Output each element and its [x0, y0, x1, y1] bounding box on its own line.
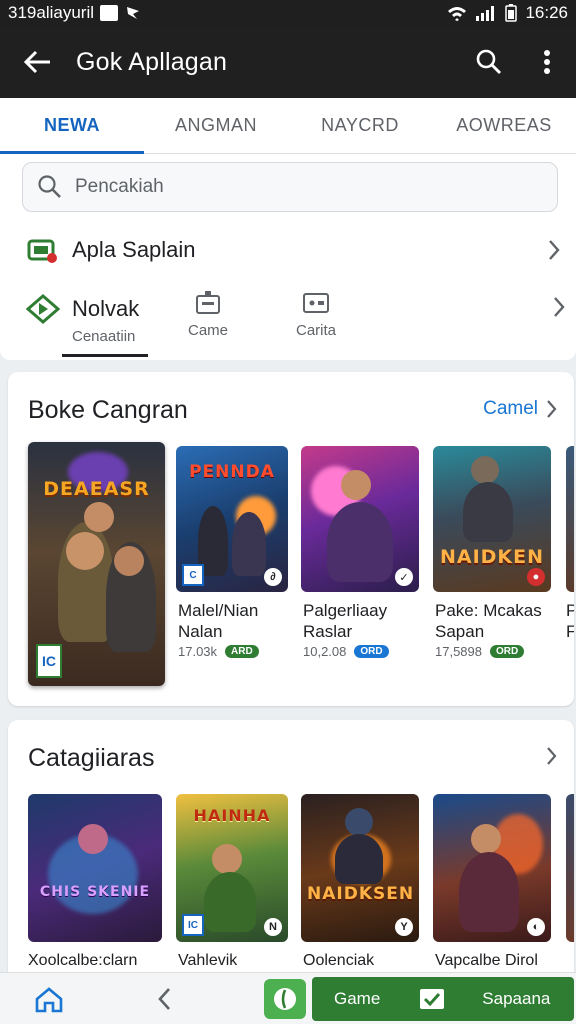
more-vert-icon: [544, 50, 550, 74]
filter-main[interactable]: Nolvak: [26, 294, 139, 324]
section-title: Boke Cangran: [28, 396, 188, 424]
category-card-3[interactable]: NAIDKSEN Y: [301, 794, 419, 942]
game-card-meta: 17,5898 ORD: [435, 644, 525, 659]
arrow-left-icon: [24, 50, 50, 74]
category-badge: IC: [182, 914, 204, 936]
more-options-button[interactable]: [518, 26, 576, 98]
toggle-button[interactable]: [264, 979, 306, 1019]
game-card-icon: ✓: [395, 568, 413, 586]
app-bar: Gok Apllagan: [0, 26, 576, 98]
category-title: Vapcalbe Dirol: [435, 952, 538, 969]
sapanna-label: Sapaana: [482, 989, 551, 1008]
filter-item-came[interactable]: Came: [188, 290, 228, 339]
chevron-left-icon: [158, 988, 170, 1010]
filter-item-carita[interactable]: Carita: [296, 290, 336, 339]
filter-item-label: Carita: [296, 322, 337, 339]
section-boke-cangran: Boke Cangran Camel DEAEASR IC PENNDA C ∂…: [8, 372, 574, 706]
see-more-label: Camel: [483, 398, 538, 419]
game-card-2[interactable]: ✓: [301, 446, 419, 592]
top-card: NEWA ANGMAN NAYCRD AOWREAS Pencakiah Apl…: [0, 98, 576, 360]
nav-back-button[interactable]: [156, 987, 172, 1016]
category-icon: ◐: [527, 918, 545, 936]
game-card-icon: ∂: [264, 568, 282, 586]
category-banner: CHIS SKENIE: [39, 884, 151, 900]
search-icon: [476, 49, 502, 75]
play-diamond-icon: [26, 294, 60, 324]
search-input[interactable]: Pencakiah: [22, 162, 558, 212]
see-more-link[interactable]: Camel: [483, 398, 558, 420]
category-icon: N: [264, 918, 282, 936]
game-card-title: Pake: Mcakas Sapan: [435, 601, 542, 641]
game-card-partial[interactable]: [566, 446, 574, 592]
filter-row: Nolvak Cenaatiin Came Carita: [0, 284, 576, 360]
home-icon: [35, 987, 63, 1013]
bottom-action-bar[interactable]: Game Sapaana: [312, 977, 574, 1021]
category-card-1[interactable]: CHIS SKENIE: [28, 794, 162, 942]
category-title: Oolenciak: [303, 952, 375, 969]
search-placeholder: Pencakiah: [75, 176, 164, 197]
tab-bar: NEWA ANGMAN NAYCRD AOWREAS: [0, 98, 576, 154]
chevron-right-icon: [547, 747, 557, 765]
filter-item-label: Came: [188, 322, 229, 339]
battery-icon: [505, 4, 518, 22]
game-card-banner: NAIDKEN: [439, 546, 545, 568]
featured-banner: DEAEASR: [43, 478, 150, 500]
apps-row[interactable]: Apla Saplain: [0, 224, 576, 276]
chevron-right-icon[interactable]: [552, 296, 566, 318]
game-card-meta: 17.03k ARD: [178, 644, 259, 659]
game-card-badge: C: [182, 564, 204, 586]
search-button[interactable]: [460, 26, 518, 98]
see-more-button[interactable]: [546, 746, 558, 771]
category-icon: Y: [395, 918, 413, 936]
game-card-title: Malel/Nian Nalan: [178, 601, 259, 641]
game-card-1[interactable]: PENNDA C ∂: [176, 446, 288, 592]
leaf-icon: [274, 988, 296, 1010]
back-button[interactable]: [0, 26, 76, 98]
filter-underline: [62, 354, 148, 357]
app-store-icon: [27, 239, 57, 263]
status-carrier-text: 319aliayuril: [8, 3, 94, 22]
device-icon: [196, 291, 220, 314]
filter-sub-label: Cenaatiin: [72, 328, 136, 345]
category-banner: HAINHA: [193, 806, 271, 825]
game-card-title: Palgerliaay Raslar: [303, 601, 388, 641]
game-card-meta: 10,2.08 ORD: [303, 644, 389, 659]
category-card-4[interactable]: ◐: [433, 794, 551, 942]
category-banner: NAIDKSEN: [307, 884, 415, 904]
game-card-3[interactable]: NAIDKEN ●: [433, 446, 551, 592]
section-title: Catagiiaras: [28, 744, 155, 772]
app-notification-icon: [127, 7, 139, 19]
status-time: 16:26: [525, 3, 568, 22]
game-label: Game: [334, 989, 381, 1008]
tab-aowreas[interactable]: AOWREAS: [432, 98, 576, 153]
game-card-icon: ●: [527, 568, 545, 586]
game-card-title: PF: [566, 601, 574, 641]
filter-main-label: Nolvak: [72, 296, 140, 321]
tab-naycrd[interactable]: NAYCRD: [288, 98, 432, 153]
section-catagiiaras: Catagiiaras CHIS SKENIE Xoolcalbe:clarn …: [8, 720, 574, 980]
status-bar: 319aliayuril 16:26: [0, 0, 576, 26]
category-title: Vahlevik: [178, 952, 238, 969]
tab-angman[interactable]: ANGMAN: [144, 98, 288, 153]
featured-game-tile[interactable]: DEAEASR IC: [28, 442, 165, 686]
category-title: Xoolcalbe:clarn: [28, 952, 138, 969]
bottom-bar: Game Sapaana: [0, 972, 576, 1024]
notification-icon: [100, 5, 118, 21]
category-card-2[interactable]: HAINHA IC N: [176, 794, 288, 942]
search-icon: [38, 175, 61, 198]
apps-row-label: Apla Saplain: [72, 237, 196, 262]
gamepad-icon: [303, 293, 329, 313]
tab-newa[interactable]: NEWA: [0, 98, 144, 154]
wifi-icon: [448, 7, 467, 21]
chevron-right-icon: [549, 240, 560, 260]
home-button[interactable]: [34, 987, 64, 1018]
check-icon: [420, 989, 445, 1009]
game-card-banner: PENNDA: [189, 462, 275, 482]
chevron-right-icon: [547, 400, 557, 418]
age-rating-badge: IC: [36, 644, 62, 678]
signal-icon: [476, 6, 495, 21]
app-bar-title: Gok Apllagan: [76, 47, 228, 76]
category-card-partial[interactable]: [566, 794, 574, 942]
